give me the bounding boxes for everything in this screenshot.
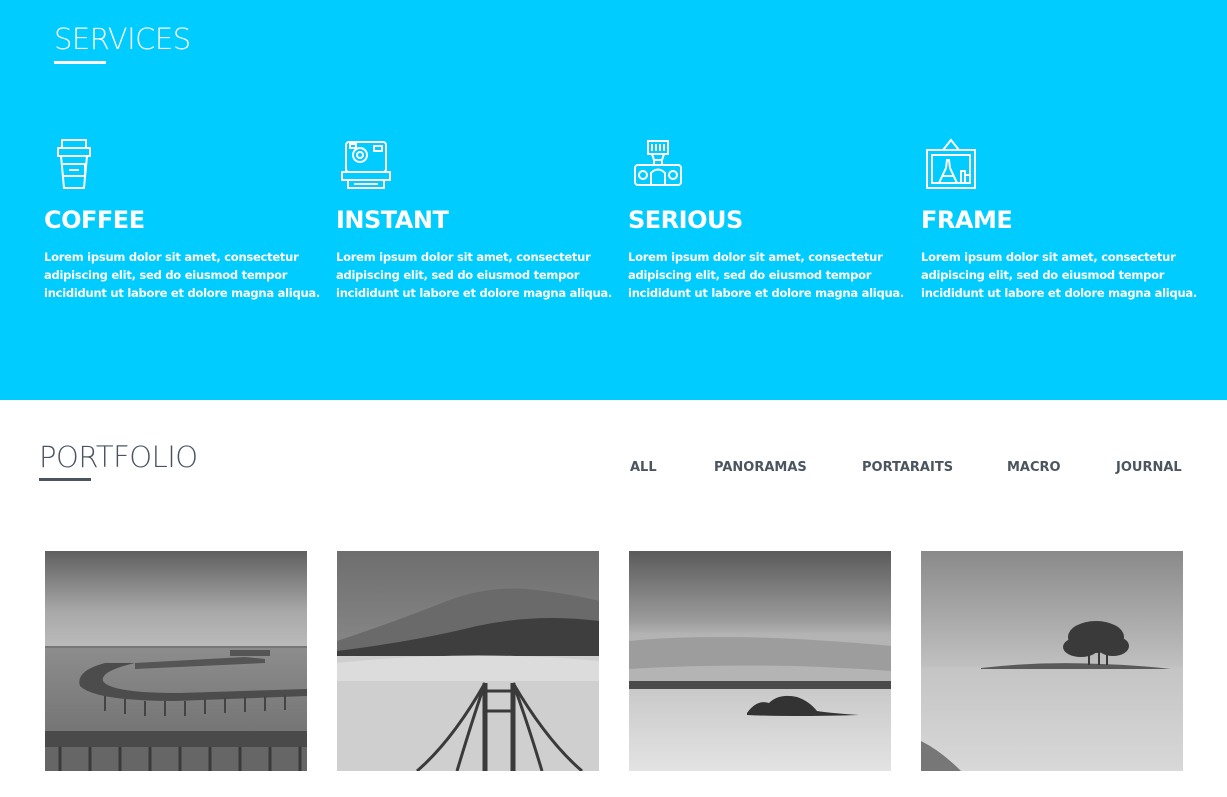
filter-journal[interactable]: JOURNAL <box>1116 460 1182 475</box>
coffee-cup-icon <box>48 138 100 190</box>
services-section: SERVICES COFFEE Lorem ipsum dolor sit am… <box>0 0 1227 400</box>
service-instant: INSTANT Lorem ipsum dolor sit amet, cons… <box>336 138 613 302</box>
service-description: Lorem ipsum dolor sit amet, consectetur … <box>336 250 613 300</box>
filter-portraits[interactable]: PORTARAITS <box>862 460 953 475</box>
filter-macro[interactable]: MACRO <box>1007 460 1061 475</box>
filter-panoramas[interactable]: PANORAMAS <box>714 460 807 475</box>
service-title: FRAME <box>921 206 1013 234</box>
portfolio-filters: ALL PANORAMAS PORTARAITS MACRO JOURNAL <box>0 460 1227 480</box>
service-description: Lorem ipsum dolor sit amet, consectetur … <box>44 250 321 300</box>
service-serious: SERIOUS Lorem ipsum dolor sit amet, cons… <box>628 138 905 302</box>
camera-flash-icon <box>632 138 684 190</box>
filter-all[interactable]: ALL <box>630 460 657 475</box>
service-title: COFFEE <box>44 206 145 234</box>
portfolio-tile-golden-gate-fog-photo[interactable] <box>337 551 599 771</box>
service-title: INSTANT <box>336 206 449 234</box>
instant-camera-icon <box>340 138 392 190</box>
picture-frame-icon <box>925 138 977 190</box>
service-description: Lorem ipsum dolor sit amet, consectetur … <box>628 250 905 300</box>
portfolio-tile-pier-photo[interactable] <box>45 551 307 771</box>
services-heading-underline <box>54 61 106 64</box>
service-frame: FRAME Lorem ipsum dolor sit amet, consec… <box>921 138 1198 302</box>
service-description: Lorem ipsum dolor sit amet, consectetur … <box>921 250 1198 300</box>
portfolio-tile-island-tree-photo[interactable] <box>921 551 1183 771</box>
services-heading: SERVICES <box>54 22 191 56</box>
portfolio-tile-rock-seascape-photo[interactable] <box>629 551 891 771</box>
service-title: SERIOUS <box>628 206 743 234</box>
service-coffee: COFFEE Lorem ipsum dolor sit amet, conse… <box>44 138 321 302</box>
